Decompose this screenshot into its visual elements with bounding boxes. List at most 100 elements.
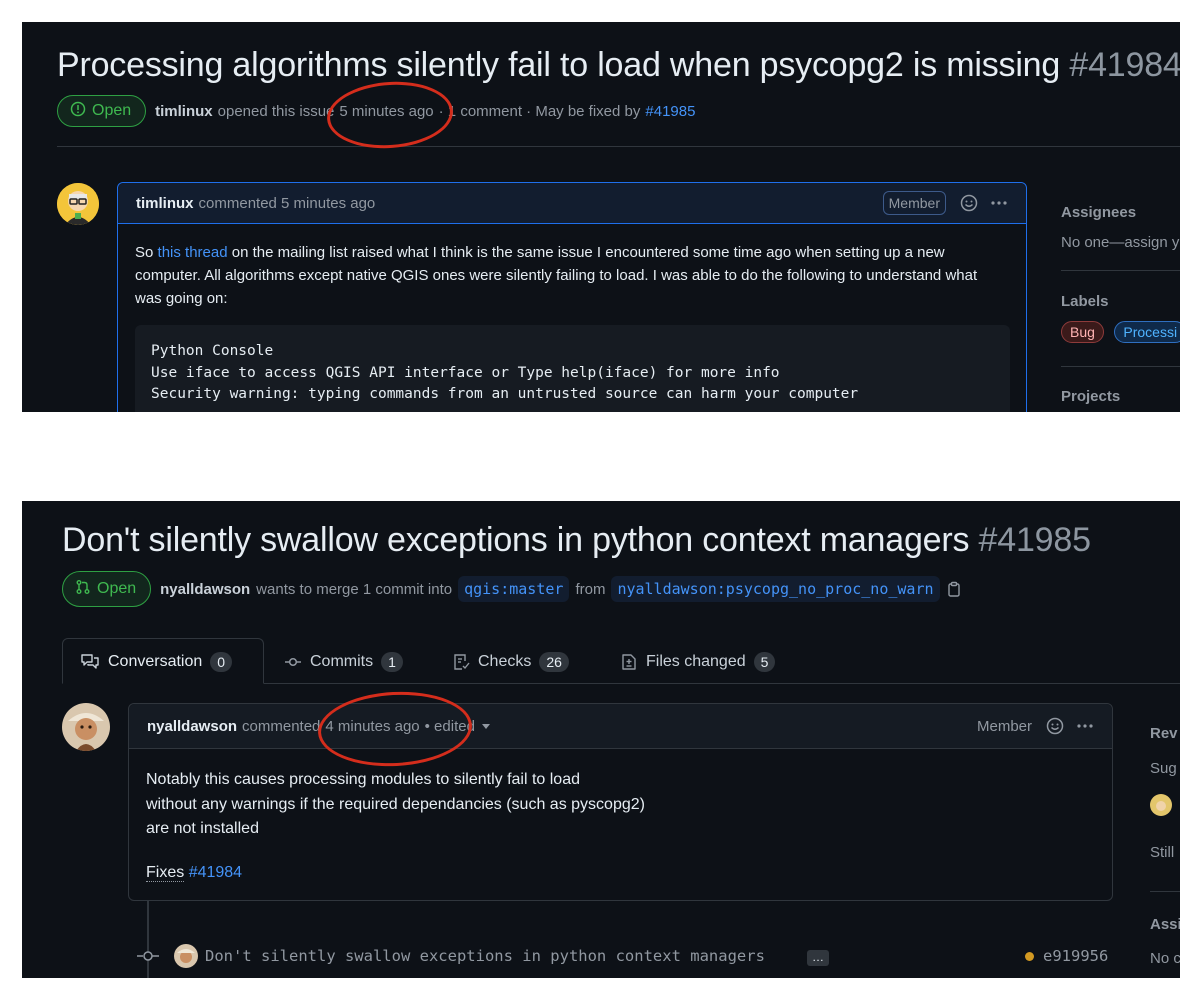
pr-title: Don't silently swallow exceptions in pyt… — [62, 521, 1091, 560]
issue-comment: timlinux commented 5 minutes ago Member … — [117, 182, 1027, 412]
issue-title-text: Processing algorithms silently fail to l… — [57, 46, 1061, 84]
checklist-icon — [452, 653, 470, 671]
member-label: Member — [976, 717, 1032, 735]
body-line: without any warnings if the required dep… — [146, 795, 645, 813]
base-branch[interactable]: qgis:master — [458, 576, 570, 602]
divider — [57, 146, 1180, 147]
issue-opened-time[interactable]: 5 minutes ago — [339, 103, 433, 120]
copy-icon[interactable] — [946, 581, 962, 597]
timlinux-avatar[interactable] — [57, 183, 99, 225]
issue-screenshot: Processing algorithms silently fail to l… — [22, 22, 1180, 412]
kebab-menu-icon[interactable] — [1076, 717, 1094, 735]
member-badge: Member — [882, 191, 946, 215]
commit-status-dot[interactable] — [1025, 952, 1034, 961]
pr-from-text: from — [575, 580, 606, 598]
comment-discussion-icon — [80, 653, 100, 671]
still-text: Still — [1150, 844, 1175, 861]
pr-status-badge: Open — [62, 571, 152, 607]
commit-icon — [137, 949, 159, 963]
code-line: Python Console — [151, 343, 274, 359]
tab-conversation[interactable]: Conversation 0 — [80, 639, 233, 685]
comment-author-link[interactable]: timlinux — [136, 195, 194, 212]
body-line: Notably this causes processing modules t… — [146, 771, 580, 788]
issue-fix-link[interactable]: #41985 — [645, 103, 695, 120]
caret-down-icon[interactable] — [481, 721, 491, 731]
pr-merge-text: wants to merge 1 commit into — [256, 580, 453, 598]
pull-request-icon — [75, 579, 91, 600]
edited-dropdown[interactable]: • edited — [425, 718, 475, 735]
issue-opened-text: opened this issue — [217, 102, 335, 120]
smiley-icon[interactable] — [1046, 717, 1064, 735]
issue-author-link[interactable]: timlinux — [155, 103, 213, 120]
fixes-issue-link[interactable]: #41984 — [189, 864, 242, 881]
issue-comments-text: · 1 comment · May be fixed by — [438, 102, 641, 120]
issue-meta: timlinux opened this issue 5 minutes ago… — [155, 103, 695, 120]
comment-time[interactable]: 4 minutes ago — [325, 718, 419, 735]
issue-status-badge: Open — [57, 95, 147, 127]
comment-action-text: commented — [242, 717, 321, 735]
labels-list: Bug Processi — [1061, 321, 1180, 343]
nyalldawson-avatar[interactable] — [62, 703, 110, 751]
issue-open-icon — [70, 101, 86, 122]
tab-label: Conversation — [108, 653, 203, 670]
issue-status-label: Open — [92, 102, 132, 119]
divider — [1061, 366, 1180, 367]
body-text-after: on the mailing list raised what I think … — [135, 244, 978, 307]
commit-icon — [284, 653, 302, 671]
tab-count: 1 — [381, 652, 403, 672]
body-line: are not installed — [146, 820, 259, 837]
issue-title: Processing algorithms silently fail to l… — [57, 46, 1180, 85]
fixes-label: Fixes — [146, 863, 185, 882]
file-diff-icon — [620, 653, 638, 671]
tab-count: 26 — [539, 652, 569, 672]
pr-title-text: Don't silently swallow exceptions in pyt… — [62, 521, 970, 559]
assignees-heading: Assignees — [1061, 204, 1137, 221]
pr-comment: nyalldawson commented 4 minutes ago • ed… — [128, 703, 1113, 901]
tab-count: 5 — [753, 652, 776, 672]
code-block: Python Console Use iface to access QGIS A… — [135, 325, 1010, 412]
pr-author-link[interactable]: nyalldawson — [160, 581, 250, 598]
reviewers-heading: Rev — [1150, 725, 1178, 742]
commit-author-avatar[interactable] — [174, 944, 198, 968]
smiley-icon[interactable] — [960, 194, 978, 212]
code-line: Use iface to access QGIS API interface o… — [151, 364, 780, 381]
tab-label: Commits — [310, 653, 374, 670]
timeline-line — [147, 901, 149, 978]
pr-comment-body: Notably this causes processing modules t… — [146, 768, 645, 885]
projects-heading: Projects — [1061, 388, 1121, 405]
label-processing[interactable]: Processi — [1114, 321, 1180, 343]
assignees-heading: Assi — [1150, 916, 1180, 933]
label-bug[interactable]: Bug — [1061, 321, 1104, 343]
pr-number: #41985 — [978, 521, 1091, 559]
pr-status-label: Open — [97, 580, 137, 597]
code-line: Security warning: typing commands from a… — [151, 386, 859, 402]
assignees-value[interactable]: No one—assign y — [1061, 234, 1179, 251]
divider — [1061, 270, 1180, 271]
tab-commits[interactable]: Commits 1 — [284, 639, 403, 685]
commit-message-link[interactable]: Don't silently swallow exceptions in pyt… — [205, 947, 765, 965]
suggestions-text: Sug — [1150, 760, 1177, 777]
assignees-value: No c — [1150, 950, 1180, 967]
commit-expand-button[interactable]: … — [807, 950, 829, 966]
tab-count: 0 — [210, 652, 233, 672]
pr-screenshot: Don't silently swallow exceptions in pyt… — [22, 501, 1180, 978]
comment-action-text: commented 5 minutes ago — [198, 194, 376, 212]
suggested-reviewer-avatar[interactable] — [1150, 794, 1172, 816]
issue-comment-header: timlinux commented 5 minutes ago Member — [118, 183, 1026, 224]
comment-author-link[interactable]: nyalldawson — [147, 718, 237, 735]
issue-comment-body: So this thread on the mailing list raise… — [135, 241, 995, 310]
tab-label: Checks — [478, 653, 532, 670]
tab-checks[interactable]: Checks 26 — [452, 639, 569, 685]
head-branch[interactable]: nyalldawson:psycopg_no_proc_no_warn — [611, 576, 940, 602]
body-text-before: So — [135, 244, 154, 261]
commit-sha-link[interactable]: e919956 — [1043, 947, 1108, 965]
tab-label: Files changed — [646, 653, 746, 670]
issue-number: #41984 — [1069, 46, 1180, 84]
kebab-menu-icon[interactable] — [990, 194, 1008, 212]
this-thread-link[interactable]: this thread — [158, 244, 228, 261]
pr-comment-header: nyalldawson commented 4 minutes ago • ed… — [129, 704, 1112, 749]
tab-files-changed[interactable]: Files changed 5 — [620, 639, 776, 685]
pr-meta: nyalldawson wants to merge 1 commit into… — [160, 576, 961, 602]
labels-heading: Labels — [1061, 293, 1109, 310]
divider — [1150, 891, 1180, 892]
